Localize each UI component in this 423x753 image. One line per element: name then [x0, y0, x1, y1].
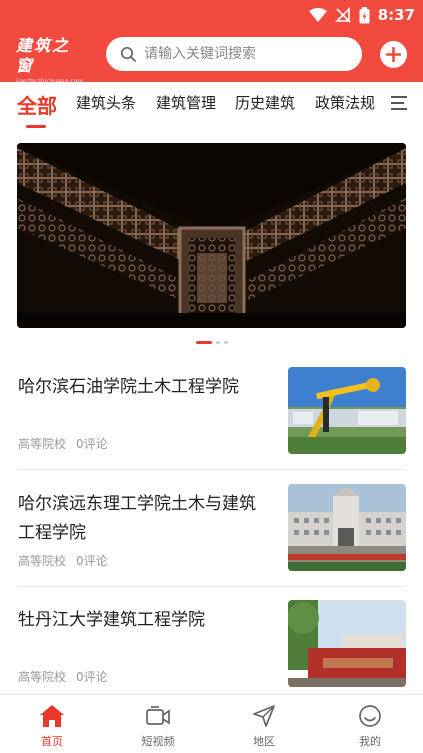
search-bar[interactable]	[106, 37, 362, 71]
search-input[interactable]	[144, 46, 344, 62]
tab-historic[interactable]: 历史建筑	[235, 92, 295, 113]
campus-building-image	[288, 484, 406, 571]
logo-title: 建筑之窗	[16, 36, 71, 75]
location-arrow-icon	[253, 705, 275, 727]
wifi-icon	[308, 8, 327, 22]
news-category: 高等院校	[18, 554, 67, 568]
status-bar: 8:37	[308, 4, 415, 26]
battery-icon	[359, 6, 370, 23]
divider	[17, 586, 406, 587]
tab-management[interactable]: 建筑管理	[156, 92, 216, 113]
news-thumbnail	[288, 484, 406, 571]
news-title: 哈尔滨远东理工学院土木与建筑工程学院	[18, 494, 256, 543]
university-gate-image	[288, 600, 406, 687]
bottom-navigation: 首页 短视频 地区 我的	[0, 694, 423, 753]
news-category: 高等院校	[18, 437, 67, 451]
tab-policy[interactable]: 政策法规	[315, 92, 375, 113]
divider	[17, 469, 406, 470]
news-comments: 0评论	[76, 554, 108, 568]
banner-image	[17, 143, 406, 328]
carousel-dot-active	[196, 341, 212, 344]
news-meta: 高等院校 0评论	[18, 552, 108, 569]
news-comments: 0评论	[76, 670, 108, 684]
news-meta: 高等院校 0评论	[18, 435, 108, 452]
news-meta: 高等院校 0评论	[18, 668, 108, 685]
top-header: 8:37 建筑之窗 jianzhuzhichuang.com	[0, 0, 423, 85]
search-icon	[120, 46, 136, 62]
banner-carousel[interactable]	[17, 143, 406, 328]
app-screen: 8:37 建筑之窗 jianzhuzhichuang.com 全部 建筑头条 建…	[0, 0, 423, 753]
video-icon	[146, 706, 170, 725]
news-title: 哈尔滨石油学院土木工程学院	[18, 377, 239, 397]
category-tabs: 全部 建筑头条 建筑管理 历史建筑 政策法规	[0, 82, 423, 130]
carousel-indicator	[196, 341, 228, 344]
tab-headlines[interactable]: 建筑头条	[76, 92, 136, 113]
nav-profile[interactable]: 我的	[340, 703, 400, 749]
nav-profile-label: 我的	[359, 735, 381, 748]
news-thumbnail	[288, 367, 406, 454]
add-button[interactable]	[380, 41, 407, 68]
home-icon	[40, 705, 64, 727]
news-comments: 0评论	[76, 437, 108, 451]
nav-home-label: 首页	[41, 735, 63, 748]
status-time: 8:37	[377, 6, 415, 24]
news-title: 牡丹江大学建筑工程学院	[18, 610, 205, 630]
news-item[interactable]: 哈尔滨石油学院土木工程学院 高等院校 0评论	[0, 367, 423, 484]
nav-region-label: 地区	[253, 735, 275, 748]
nav-short-video-label: 短视频	[141, 735, 175, 748]
no-signal-icon	[334, 7, 351, 23]
tab-all[interactable]: 全部	[17, 90, 57, 119]
plus-icon	[386, 47, 401, 62]
news-item[interactable]: 哈尔滨远东理工学院土木与建筑工程学院 高等院校 0评论	[0, 484, 423, 601]
active-tab-indicator	[26, 125, 46, 128]
oil-pump-image	[288, 367, 406, 454]
nav-home[interactable]: 首页	[22, 703, 82, 749]
news-category: 高等院校	[18, 670, 67, 684]
carousel-dot	[224, 341, 228, 344]
app-logo: 建筑之窗 jianzhuzhichuang.com	[16, 36, 86, 85]
nav-region[interactable]: 地区	[234, 703, 294, 749]
smile-profile-icon	[359, 705, 381, 727]
carousel-dot	[216, 341, 220, 344]
news-thumbnail	[288, 600, 406, 687]
nav-short-video[interactable]: 短视频	[128, 703, 188, 749]
menu-icon[interactable]	[390, 94, 408, 112]
